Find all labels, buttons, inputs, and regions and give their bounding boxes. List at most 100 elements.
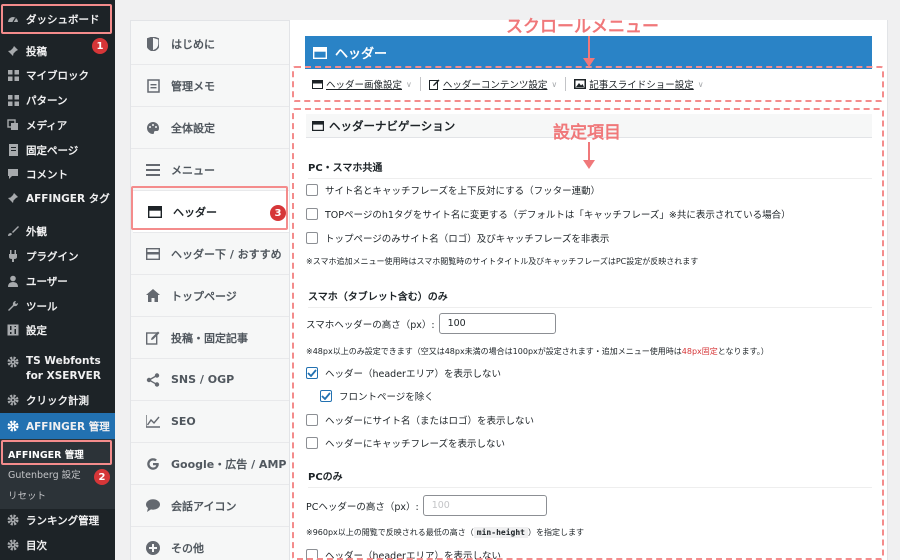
wp-menu-label: AFFINGER 管理 xyxy=(26,420,110,433)
wp-menu-label: クリック計測 xyxy=(26,394,89,407)
settings-nav-label: その他 xyxy=(171,541,204,555)
wp-menu-label: パターン xyxy=(26,94,68,107)
settings-nav-label: Google・広告 / AMP xyxy=(171,457,287,471)
settings-nav-general[interactable]: 全体設定 xyxy=(131,107,289,149)
annotation-settings-label: 設定項目 xyxy=(553,123,621,143)
wp-menu-label: ツール xyxy=(26,300,58,313)
wp-menu-patterns[interactable]: パターン xyxy=(0,88,115,112)
wp-menu-settings[interactable]: 設定 xyxy=(0,318,115,342)
wrench-icon xyxy=(0,300,26,312)
wp-menu-label: コメント xyxy=(26,168,68,181)
marker-2: 2 xyxy=(94,469,110,485)
arrow-down-icon xyxy=(583,142,595,169)
settings-icon xyxy=(0,324,26,336)
gear-icon xyxy=(0,539,26,551)
settings-nav-seo[interactable]: SEO xyxy=(131,401,289,443)
settings-nav-header-below[interactable]: ヘッダー下 / おすすめ xyxy=(131,233,289,275)
settings-nav-label: ヘッダー下 / おすすめ xyxy=(171,247,282,261)
wp-menu-myblock[interactable]: マイブロック xyxy=(0,63,115,87)
wp-menu-ts-webfonts[interactable]: TS Webfonts for XSERVER xyxy=(0,354,115,388)
plus-icon xyxy=(145,540,161,556)
plugin-icon xyxy=(0,250,26,262)
wp-submenu-gutenberg[interactable]: Gutenberg 設定 xyxy=(8,467,81,481)
chat-icon xyxy=(145,498,161,514)
wp-menu-tools[interactable]: ツール xyxy=(0,294,115,318)
settings-nav-top-page[interactable]: トップページ xyxy=(131,275,289,317)
highlight-settings xyxy=(292,108,884,560)
home-icon xyxy=(145,288,161,304)
settings-nav-google[interactable]: Google・広告 / AMP xyxy=(131,443,289,485)
wp-menu-label: ユーザー xyxy=(26,275,68,288)
palette-icon xyxy=(145,120,161,136)
wp-menu-label: プラグイン xyxy=(26,250,79,263)
highlight-scroll-menu xyxy=(292,66,884,102)
page-icon xyxy=(0,144,26,156)
share-icon xyxy=(145,372,161,388)
wp-menu-label: AFFINGER タグ xyxy=(26,192,110,205)
annotation-scroll-menu-label: スクロールメニュー xyxy=(506,17,659,37)
arrow-down-icon xyxy=(583,36,595,67)
wp-menu-click-measure[interactable]: クリック計測 xyxy=(0,388,115,412)
pin-icon xyxy=(0,192,26,204)
wp-menu-pages[interactable]: 固定ページ xyxy=(0,138,115,162)
comment-icon xyxy=(0,168,26,180)
settings-nav: はじめに 管理メモ 全体設定 メニュー ヘッダー ヘッダー下 / おすすめ トッ… xyxy=(130,20,290,560)
wp-submenu-reset[interactable]: リセット xyxy=(8,488,46,502)
settings-nav-label: 会話アイコン xyxy=(171,499,237,513)
settings-nav-label: 管理メモ xyxy=(171,79,215,93)
wp-menu-media[interactable]: メディア xyxy=(0,113,115,137)
wp-menu-label: 目次 xyxy=(26,539,47,552)
memo-icon xyxy=(145,78,161,94)
settings-nav-label: トップページ xyxy=(171,289,237,303)
wp-menu-label: TS Webfonts for XSERVER xyxy=(26,355,101,382)
user-icon xyxy=(0,275,26,287)
settings-nav-label: SNS / OGP xyxy=(171,373,235,386)
settings-nav-label: メニュー xyxy=(171,163,215,177)
grid-icon xyxy=(0,94,26,106)
chart-icon xyxy=(145,414,161,430)
gear-icon xyxy=(0,394,26,406)
gear-icon xyxy=(0,354,26,368)
wp-menu-toc[interactable]: 目次 xyxy=(0,533,115,557)
wp-menu-label: 投稿 xyxy=(26,45,47,58)
settings-nav-intro[interactable]: はじめに xyxy=(131,23,289,65)
marker-3: 3 xyxy=(270,205,286,221)
wp-menu-label: 外観 xyxy=(26,225,47,238)
wp-menu-appearance[interactable]: 外観 xyxy=(0,219,115,243)
gear-icon xyxy=(0,514,26,526)
highlight-header-nav xyxy=(131,186,288,230)
panel-title: ヘッダー xyxy=(335,47,388,62)
wp-menu-label: ランキング管理 xyxy=(26,514,100,527)
wp-menu-affinger-tag[interactable]: AFFINGER タグ xyxy=(0,186,115,210)
menu-icon xyxy=(145,162,161,178)
settings-nav-label: SEO xyxy=(171,415,196,428)
wp-menu-label: 固定ページ xyxy=(26,144,79,157)
settings-nav-memo[interactable]: 管理メモ xyxy=(131,65,289,107)
gear-icon xyxy=(0,420,26,432)
media-icon xyxy=(0,119,26,131)
edit-icon xyxy=(145,330,161,346)
shield-icon xyxy=(145,36,161,52)
wp-menu-label: 設定 xyxy=(26,324,47,337)
wp-menu-label: マイブロック xyxy=(26,69,89,82)
settings-nav-other[interactable]: その他 xyxy=(131,527,289,560)
settings-nav-label: 全体設定 xyxy=(171,121,215,135)
wp-menu-affinger[interactable]: AFFINGER 管理 xyxy=(0,413,115,439)
grid-icon xyxy=(0,69,26,81)
wp-menu-ranking[interactable]: ランキング管理 xyxy=(0,508,115,532)
highlight-affinger-submenu xyxy=(1,440,112,465)
brush-icon xyxy=(0,225,26,237)
header-icon xyxy=(313,46,327,59)
settings-nav-menu[interactable]: メニュー xyxy=(131,149,289,191)
settings-nav-sns[interactable]: SNS / OGP xyxy=(131,359,289,401)
google-icon xyxy=(145,456,161,472)
wp-menu-comments[interactable]: コメント xyxy=(0,162,115,186)
marker-1: 1 xyxy=(92,38,108,54)
settings-nav-chat[interactable]: 会話アイコン xyxy=(131,485,289,527)
wp-menu-label: メディア xyxy=(26,119,68,132)
wp-menu-users[interactable]: ユーザー xyxy=(0,269,115,293)
settings-nav-posts[interactable]: 投稿・固定記事 xyxy=(131,317,289,359)
wp-menu-plugins[interactable]: プラグイン xyxy=(0,244,115,268)
settings-nav-label: 投稿・固定記事 xyxy=(171,331,248,345)
pin-icon xyxy=(0,45,26,57)
